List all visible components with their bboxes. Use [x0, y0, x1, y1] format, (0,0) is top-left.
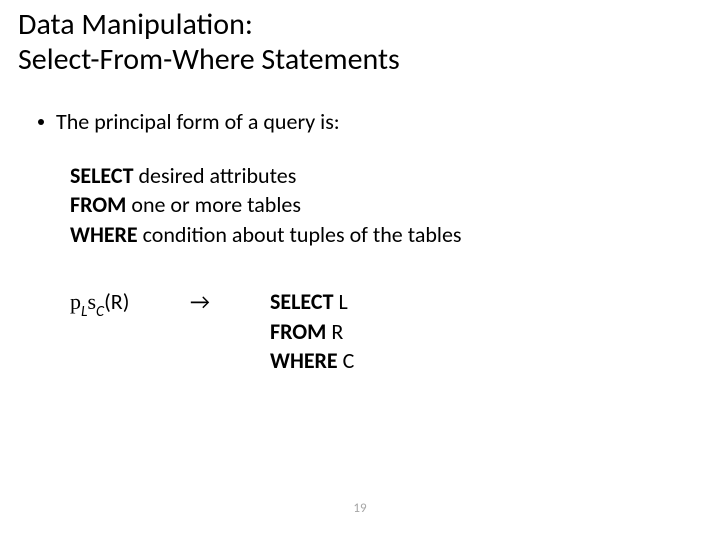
title-line-1: Data Manipulation:	[18, 8, 400, 43]
sql-equivalent: SELECT L FROM R WHERE C	[270, 288, 354, 377]
sql-where-arg: C	[338, 347, 355, 374]
sql-from-line: FROM R	[270, 318, 354, 346]
slide-body: The principal form of a query is: SELECT…	[38, 108, 680, 377]
where-keyword: WHERE	[70, 221, 138, 248]
relational-algebra-expr: pLsC(R)	[70, 288, 190, 320]
select-rest: desired attributes	[134, 162, 297, 189]
query-where-line: WHERE condition about tuples of the tabl…	[70, 221, 680, 249]
sql-from-kw: FROM	[270, 318, 326, 345]
pi-symbol: p	[70, 289, 81, 314]
sql-select-line: SELECT L	[270, 288, 354, 316]
relation-paren: (R)	[104, 288, 129, 315]
where-rest: condition about tuples of the tables	[138, 221, 462, 248]
bullet-text: The principal form of a query is:	[56, 108, 340, 136]
sql-where-kw: WHERE	[270, 347, 338, 374]
query-select-line: SELECT desired attributes	[70, 162, 680, 190]
query-template: SELECT desired attributes FROM one or mo…	[70, 162, 680, 249]
query-from-line: FROM one or more tables	[70, 191, 680, 219]
sigma-subscript: C	[96, 302, 104, 321]
sql-from-arg: R	[326, 318, 343, 345]
slide-title: Data Manipulation: Select-From-Where Sta…	[18, 8, 400, 77]
algebra-mapping: pLsC(R) → SELECT L FROM R WHERE C	[70, 288, 680, 377]
sigma-symbol: s	[87, 289, 96, 314]
from-keyword: FROM	[70, 191, 126, 218]
page-number: 19	[0, 501, 720, 516]
sql-select-kw: SELECT	[270, 288, 334, 315]
select-keyword: SELECT	[70, 162, 134, 189]
from-rest: one or more tables	[126, 191, 301, 218]
sql-where-line: WHERE C	[270, 347, 354, 375]
title-line-2: Select-From-Where Statements	[18, 43, 400, 78]
bullet-item: The principal form of a query is:	[38, 108, 680, 136]
pi-subscript: L	[81, 302, 87, 321]
bullet-dot-icon	[38, 119, 44, 125]
slide: Data Manipulation: Select-From-Where Sta…	[0, 0, 720, 540]
arrow-icon: →	[190, 288, 270, 316]
sql-select-arg: L	[334, 288, 348, 315]
